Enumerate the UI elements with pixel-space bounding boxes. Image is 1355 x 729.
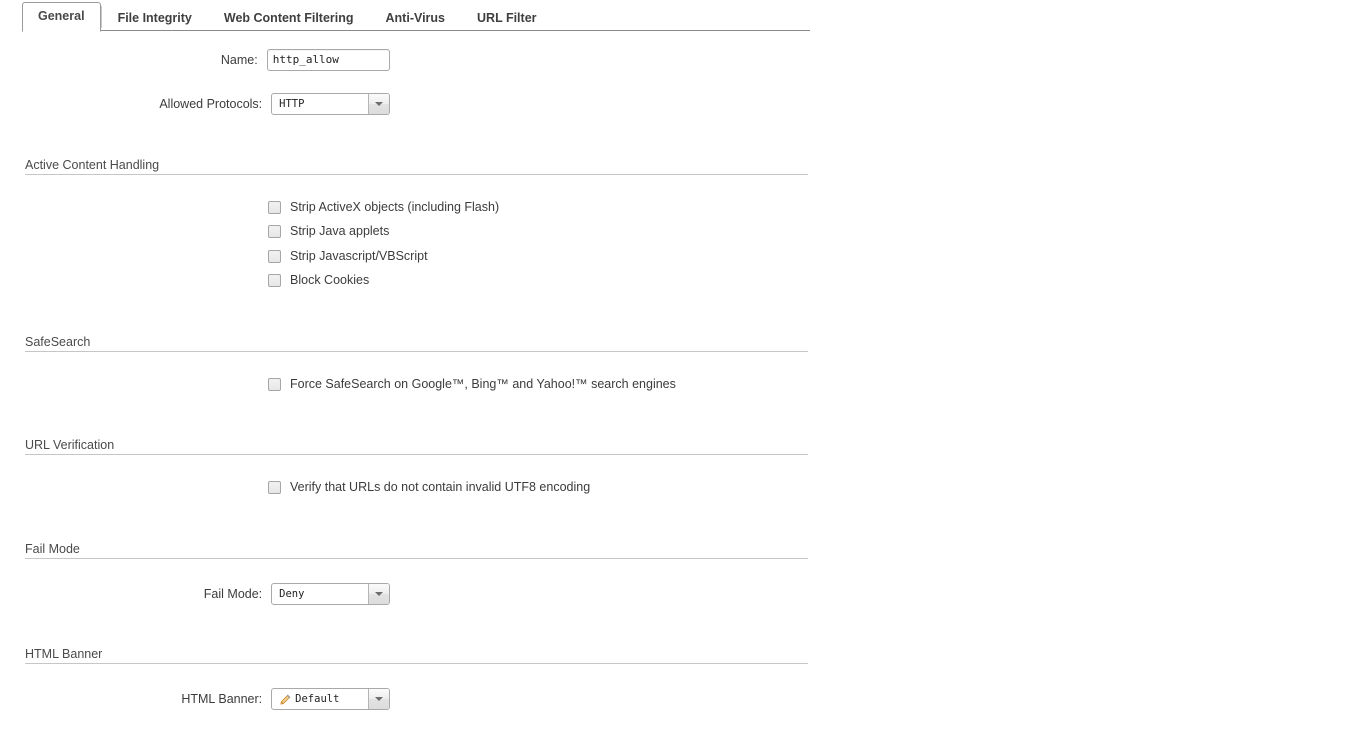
checkbox-block-cookies[interactable] bbox=[268, 273, 281, 287]
checkbox-label-block-cookies: Block Cookies bbox=[290, 273, 370, 287]
section-title-url-verification: URL Verification bbox=[25, 438, 115, 452]
section-html-banner: HTML Banner bbox=[25, 647, 808, 664]
tab-anti-virus-label: Anti-Virus bbox=[385, 11, 446, 25]
chevron-down-icon[interactable] bbox=[368, 689, 389, 709]
allowed-protocols-row: Allowed Protocols: HTTP bbox=[120, 93, 390, 115]
checkbox-strip-activex[interactable] bbox=[268, 200, 281, 214]
section-title-html-banner: HTML Banner bbox=[25, 647, 103, 661]
section-fail-mode: Fail Mode bbox=[25, 542, 808, 559]
section-rule-url-verification bbox=[25, 454, 808, 455]
tab-url-filter[interactable]: URL Filter bbox=[461, 5, 553, 31]
tab-general-label: General bbox=[38, 9, 85, 23]
checkbox-row-strip-java[interactable]: Strip Java applets bbox=[268, 224, 389, 238]
checkbox-strip-java-applets[interactable] bbox=[268, 224, 281, 238]
checkbox-label-strip-java-applets: Strip Java applets bbox=[290, 224, 390, 238]
name-field-row: Name: http_allow bbox=[120, 49, 390, 71]
section-url-verification: URL Verification bbox=[25, 438, 808, 455]
checkbox-label-strip-javascript-vbscript: Strip Javascript/VBScript bbox=[290, 249, 428, 263]
checkbox-row-strip-javascript[interactable]: Strip Javascript/VBScript bbox=[268, 249, 428, 263]
section-active-content-handling: Active Content Handling bbox=[25, 158, 808, 175]
checkbox-row-strip-activex[interactable]: Strip ActiveX objects (including Flash) bbox=[268, 200, 499, 214]
tab-bar: General File Integrity Web Content Filte… bbox=[0, 0, 810, 32]
section-safesearch: SafeSearch bbox=[25, 335, 808, 352]
html-banner-value-wrap: Default bbox=[272, 689, 368, 709]
checkbox-strip-javascript-vbscript[interactable] bbox=[268, 249, 281, 263]
tab-file-integrity-label: File Integrity bbox=[117, 11, 192, 25]
chevron-down-icon[interactable] bbox=[368, 584, 389, 604]
tab-file-integrity[interactable]: File Integrity bbox=[102, 5, 208, 31]
tab-list: General File Integrity Web Content Filte… bbox=[22, 0, 553, 32]
section-rule-fail-mode bbox=[25, 558, 808, 559]
checkbox-force-safesearch[interactable] bbox=[268, 377, 281, 391]
fail-mode-label: Fail Mode: bbox=[203, 587, 263, 601]
checkbox-row-block-cookies[interactable]: Block Cookies bbox=[268, 273, 369, 287]
checkbox-verify-utf8-encoding[interactable] bbox=[268, 480, 281, 494]
checkbox-row-force-safesearch[interactable]: Force SafeSearch on Google™, Bing™ and Y… bbox=[268, 377, 676, 391]
checkbox-row-verify-utf8[interactable]: Verify that URLs do not contain invalid … bbox=[268, 480, 590, 494]
allowed-protocols-label: Allowed Protocols: bbox=[159, 97, 263, 111]
name-label: Name: bbox=[220, 53, 258, 67]
html-banner-label: HTML Banner: bbox=[181, 692, 263, 706]
section-rule-html-banner bbox=[25, 663, 808, 664]
fail-mode-select[interactable]: Deny bbox=[271, 583, 390, 605]
section-rule-active-content bbox=[25, 174, 808, 175]
tab-web-content-filtering[interactable]: Web Content Filtering bbox=[208, 5, 370, 31]
allowed-protocols-value: HTTP bbox=[279, 98, 305, 110]
section-title-active-content: Active Content Handling bbox=[25, 158, 160, 172]
tab-anti-virus[interactable]: Anti-Virus bbox=[370, 5, 462, 31]
fail-mode-value: Deny bbox=[279, 588, 305, 600]
html-banner-row: HTML Banner: Default bbox=[120, 688, 390, 710]
section-title-safesearch: SafeSearch bbox=[25, 335, 91, 349]
allowed-protocols-select[interactable]: HTTP bbox=[271, 93, 390, 115]
html-banner-value: Default bbox=[295, 693, 340, 705]
html-banner-select[interactable]: Default bbox=[271, 688, 390, 710]
name-input[interactable]: http_allow bbox=[266, 49, 390, 71]
chevron-down-icon[interactable] bbox=[368, 94, 389, 114]
tab-url-filter-label: URL Filter bbox=[477, 11, 537, 25]
fail-mode-row: Fail Mode: Deny bbox=[120, 583, 390, 605]
pencil-icon bbox=[279, 693, 291, 705]
checkbox-label-strip-activex: Strip ActiveX objects (including Flash) bbox=[290, 200, 500, 214]
checkbox-label-force-safesearch: Force SafeSearch on Google™, Bing™ and Y… bbox=[290, 377, 676, 391]
tab-general[interactable]: General bbox=[22, 2, 101, 32]
tab-web-content-filtering-label: Web Content Filtering bbox=[223, 11, 354, 25]
section-rule-safesearch bbox=[25, 351, 808, 352]
section-title-fail-mode: Fail Mode bbox=[25, 542, 80, 556]
checkbox-label-verify-utf8-encoding: Verify that URLs do not contain invalid … bbox=[290, 480, 591, 494]
